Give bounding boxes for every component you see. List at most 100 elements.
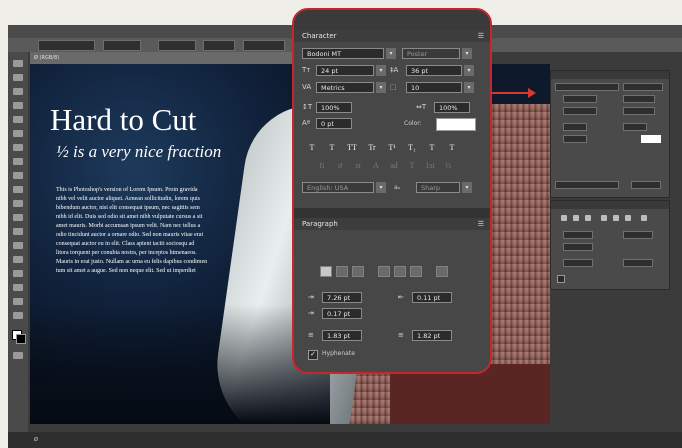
space-before-field[interactable]: 1.83 pt: [322, 330, 362, 341]
dodge-tool-icon[interactable]: [13, 228, 23, 235]
stamp-tool-icon[interactable]: [13, 172, 23, 179]
quick-mask-icon[interactable]: [13, 352, 23, 359]
docked-tracking[interactable]: [623, 107, 655, 115]
type-tool-icon[interactable]: [13, 256, 23, 263]
docked-font-size[interactable]: [563, 95, 597, 103]
docked-leading[interactable]: [623, 95, 655, 103]
kerning-field[interactable]: Metrics: [316, 82, 374, 93]
docked-space-before[interactable]: [563, 259, 593, 267]
gradient-tool-icon[interactable]: [13, 214, 23, 221]
docked-language[interactable]: [555, 181, 619, 189]
align-left-button[interactable]: [320, 266, 332, 277]
align-center-icon[interactable]: [573, 215, 579, 221]
font-family-select[interactable]: [38, 40, 95, 51]
docked-indent-right[interactable]: [623, 231, 653, 239]
font-size-dropdown-icon[interactable]: ▾: [376, 65, 386, 76]
leading-dropdown-icon[interactable]: ▾: [464, 65, 474, 76]
panel-menu-icon[interactable]: ☰: [478, 31, 484, 41]
antialias-field[interactable]: Sharp: [416, 182, 460, 193]
tracking-dropdown-icon[interactable]: ▾: [464, 82, 474, 93]
quick-select-tool-icon[interactable]: [13, 102, 23, 109]
indent-left-field[interactable]: 7.26 pt: [322, 292, 362, 303]
faux-bold-button[interactable]: T: [306, 142, 318, 153]
crop-tool-icon[interactable]: [13, 116, 23, 123]
eraser-tool-icon[interactable]: [13, 200, 23, 207]
document-subtitle-text[interactable]: ½ is a very nice fraction: [56, 142, 221, 162]
contextual-button[interactable]: ad: [388, 160, 400, 171]
path-select-tool-icon[interactable]: [13, 270, 23, 277]
docked-kerning[interactable]: [563, 107, 597, 115]
paragraph-panel-header[interactable]: Paragraph ☰: [294, 218, 490, 230]
old-style-button[interactable]: ơ: [334, 160, 346, 171]
docked-space-after[interactable]: [623, 259, 653, 267]
stylistic-button[interactable]: T: [406, 160, 418, 171]
font-style-field[interactable]: Poster: [402, 48, 460, 59]
docked-font-family[interactable]: [555, 83, 619, 91]
docked-hyphenate-checkbox[interactable]: [557, 275, 565, 283]
strikethrough-button[interactable]: T: [446, 142, 458, 153]
language-field[interactable]: English: USA: [302, 182, 374, 193]
font-family-field[interactable]: Bodoni MT: [302, 48, 384, 59]
docked-baseline-shift[interactable]: [563, 135, 587, 143]
swash-button[interactable]: st: [352, 160, 364, 171]
font-family-dropdown-icon[interactable]: ▾: [386, 48, 396, 59]
justify-last-left-button[interactable]: [378, 266, 390, 277]
all-caps-button[interactable]: TT: [346, 142, 358, 153]
background-color-swatch[interactable]: [16, 334, 26, 344]
align-buttons[interactable]: [243, 40, 285, 51]
align-right-button[interactable]: [352, 266, 364, 277]
language-dropdown-icon[interactable]: ▾: [376, 182, 386, 193]
font-size-field[interactable]: 24 pt: [316, 65, 374, 76]
align-left-icon[interactable]: [561, 215, 567, 221]
history-brush-tool-icon[interactable]: [13, 186, 23, 193]
leading-field[interactable]: 36 pt: [406, 65, 462, 76]
docked-font-style[interactable]: [623, 83, 663, 91]
superscript-button[interactable]: T¹: [386, 142, 398, 153]
docked-horizontal-scale[interactable]: [623, 123, 647, 131]
antialias-dropdown-icon[interactable]: ▾: [462, 182, 472, 193]
space-after-field[interactable]: 1.82 pt: [412, 330, 452, 341]
pen-tool-icon[interactable]: [13, 242, 23, 249]
healing-tool-icon[interactable]: [13, 144, 23, 151]
docked-vertical-scale[interactable]: [563, 123, 587, 131]
ordinals-button[interactable]: 1st: [424, 160, 436, 171]
subscript-button[interactable]: T₁: [406, 142, 418, 153]
zoom-tool-icon[interactable]: [13, 312, 23, 319]
eyedropper-tool-icon[interactable]: [13, 130, 23, 137]
document-body-text[interactable]: This is Photoshop's version of Lorem Ips…: [56, 186, 256, 276]
character-panel-header[interactable]: Character ☰: [294, 30, 490, 42]
baseline-shift-field[interactable]: 0 pt: [316, 118, 352, 129]
titling-button[interactable]: A: [370, 160, 382, 171]
justify-center-icon[interactable]: [613, 215, 619, 221]
docked-color-swatch[interactable]: [641, 135, 661, 143]
justify-last-right-button[interactable]: [410, 266, 422, 277]
antialias-select[interactable]: [203, 40, 235, 51]
shape-tool-icon[interactable]: [13, 284, 23, 291]
horizontal-scale-field[interactable]: 100%: [434, 102, 470, 113]
hand-tool-icon[interactable]: [13, 298, 23, 305]
ligature-button[interactable]: fi: [316, 160, 328, 171]
align-right-icon[interactable]: [585, 215, 591, 221]
paragraph-menu-icon[interactable]: ☰: [478, 219, 484, 229]
align-center-button[interactable]: [336, 266, 348, 277]
document-tab[interactable]: Ø (RGB/8): [30, 52, 302, 64]
brush-tool-icon[interactable]: [13, 158, 23, 165]
font-style-dropdown-icon[interactable]: ▾: [462, 48, 472, 59]
docked-antialias[interactable]: [631, 181, 661, 189]
vertical-scale-field[interactable]: 100%: [316, 102, 352, 113]
marquee-tool-icon[interactable]: [13, 74, 23, 81]
move-tool-icon[interactable]: [13, 60, 23, 67]
faux-italic-button[interactable]: T: [326, 142, 338, 153]
lasso-tool-icon[interactable]: [13, 88, 23, 95]
docked-indent-left[interactable]: [563, 231, 593, 239]
document-title-text[interactable]: Hard to Cut: [50, 102, 196, 138]
indent-first-line-field[interactable]: 0.17 pt: [322, 308, 362, 319]
font-size-select[interactable]: [158, 40, 196, 51]
docked-indent-first[interactable]: [563, 243, 593, 251]
underline-button[interactable]: T: [426, 142, 438, 153]
justify-all-icon[interactable]: [641, 215, 647, 221]
justify-right-icon[interactable]: [625, 215, 631, 221]
text-color-swatch[interactable]: [436, 118, 476, 131]
kerning-dropdown-icon[interactable]: ▾: [376, 82, 386, 93]
justify-last-center-button[interactable]: [394, 266, 406, 277]
